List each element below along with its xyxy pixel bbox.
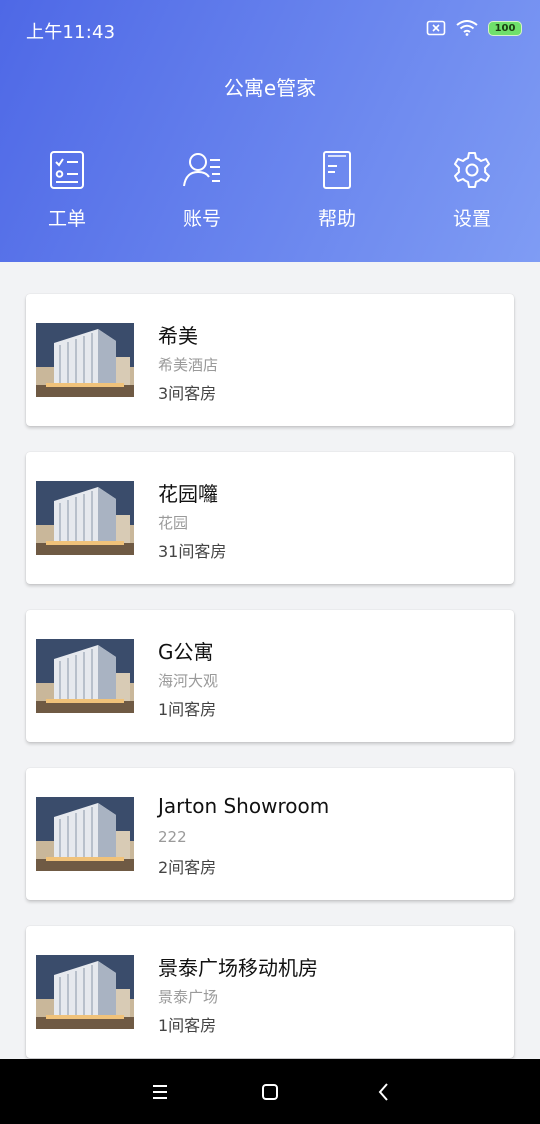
battery-level: 100 bbox=[494, 22, 516, 34]
app-title: 公寓e管家 bbox=[223, 76, 317, 100]
system-nav-bar bbox=[0, 1059, 540, 1124]
property-card[interactable]: 希美 希美酒店 3间客房 bbox=[26, 294, 514, 426]
property-card[interactable]: Jarton Showroom 222 2间客房 bbox=[26, 768, 514, 900]
property-room-count: 1间客房 bbox=[158, 1016, 217, 1035]
nav-item-work-orders[interactable]: 工单 bbox=[22, 150, 112, 250]
property-room-count: 2间客房 bbox=[158, 858, 217, 877]
nav-label-work-orders: 工单 bbox=[47, 208, 86, 230]
top-nav: 工单 账号 帮助 设置 bbox=[0, 150, 540, 250]
gear-icon bbox=[454, 152, 490, 188]
menu-icon[interactable] bbox=[147, 1079, 173, 1105]
nav-label-help: 帮助 bbox=[317, 208, 356, 230]
property-name: 希美 bbox=[158, 324, 198, 348]
app-header: 上午11:43 100 公寓e管家 工单 账号 帮助 设置 bbox=[0, 0, 540, 262]
property-card[interactable]: 花园囖 花园 31间客房 bbox=[26, 452, 514, 584]
home-icon[interactable] bbox=[257, 1079, 283, 1105]
back-icon[interactable] bbox=[371, 1079, 397, 1105]
property-subtitle: 花园 bbox=[158, 514, 189, 532]
property-room-count: 1间客房 bbox=[158, 700, 217, 719]
property-name: G公寓 bbox=[158, 640, 214, 664]
battery-icon: 100 bbox=[488, 20, 522, 36]
property-room-count: 3间客房 bbox=[158, 384, 217, 403]
property-subtitle: 海河大观 bbox=[158, 672, 219, 690]
property-subtitle: 222 bbox=[158, 828, 187, 846]
building-thumbnail bbox=[36, 323, 134, 397]
property-card[interactable]: G公寓 海河大观 1间客房 bbox=[26, 610, 514, 742]
status-icons: 100 bbox=[426, 20, 522, 36]
nav-item-settings[interactable]: 设置 bbox=[427, 150, 517, 250]
property-name: Jarton Showroom bbox=[158, 794, 330, 818]
nav-item-account[interactable]: 账号 bbox=[157, 150, 247, 250]
property-name: 花园囖 bbox=[158, 482, 218, 506]
building-thumbnail bbox=[36, 481, 134, 555]
property-subtitle: 希美酒店 bbox=[158, 356, 219, 374]
book-icon bbox=[323, 151, 351, 189]
building-thumbnail bbox=[36, 639, 134, 713]
building-thumbnail bbox=[36, 955, 134, 1029]
checklist-icon bbox=[50, 151, 84, 189]
status-time: 上午11:43 bbox=[26, 22, 116, 43]
nav-item-help[interactable]: 帮助 bbox=[292, 150, 382, 250]
wifi-icon bbox=[456, 20, 478, 36]
nav-label-settings: 设置 bbox=[452, 208, 491, 230]
status-bar: 上午11:43 100 bbox=[0, 0, 540, 60]
sim-off-icon bbox=[426, 20, 446, 36]
property-subtitle: 景泰广场 bbox=[158, 988, 219, 1006]
building-thumbnail bbox=[36, 797, 134, 871]
property-card[interactable]: 景泰广场移动机房 景泰广场 1间客房 bbox=[26, 926, 514, 1058]
nav-label-account: 账号 bbox=[182, 208, 221, 230]
property-name: 景泰广场移动机房 bbox=[158, 956, 318, 980]
user-list-icon bbox=[183, 153, 220, 187]
property-room-count: 31间客房 bbox=[158, 542, 227, 561]
